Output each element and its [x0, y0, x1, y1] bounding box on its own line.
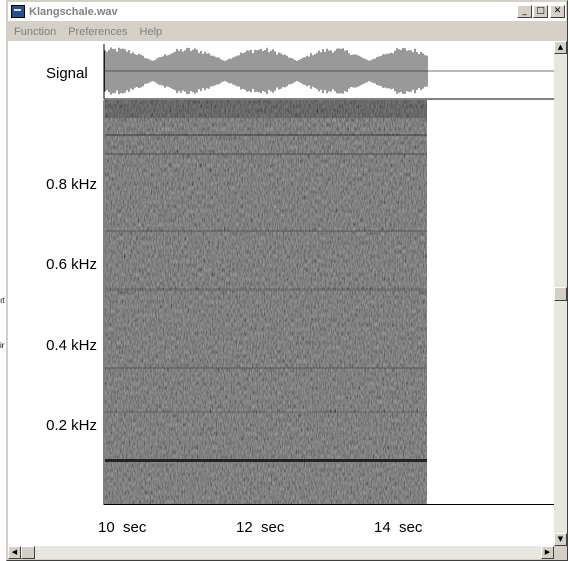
frequency-label-0.8: 0.8 kHz [46, 176, 97, 193]
scroll-left-button[interactable]: ◀ [8, 546, 21, 559]
background-text-fragment: ir [0, 341, 5, 350]
spectrogram-noise [105, 100, 427, 504]
frequency-label-0.4: 0.4 kHz [46, 337, 97, 354]
plot-canvas: Signal 0.8 kHz 0.6 kHz 0.4 kHz 0.2 kHz 1… [46, 44, 554, 536]
scroll-down-button[interactable]: ▼ [554, 533, 567, 546]
spectral-band [105, 288, 427, 291]
spectral-band [105, 100, 427, 118]
spectral-band [105, 459, 427, 462]
menu-function[interactable]: Function [8, 26, 62, 38]
vertical-scrollbar[interactable]: ▲ ▼ [554, 41, 567, 546]
spectral-band [105, 230, 427, 232]
menu-bar: Function Preferences Help [8, 22, 566, 41]
app-window: Klangschale.wav _ □ ✕ Function Preferenc… [6, 0, 568, 561]
menu-help[interactable]: Help [134, 26, 169, 38]
spectral-band [105, 134, 427, 136]
spectral-band [105, 153, 427, 155]
frequency-label-0.6: 0.6 kHz [46, 256, 97, 273]
signal-label: Signal [46, 65, 88, 82]
scroll-right-button[interactable]: ▶ [541, 546, 554, 559]
time-label-12: 12 sec [236, 519, 285, 536]
horizontal-scrollbar[interactable]: ◀ ▶ [8, 546, 554, 559]
spectral-band [105, 367, 427, 369]
minimize-button[interactable]: _ [517, 5, 532, 18]
time-label-14: 14 sec [374, 519, 423, 536]
menu-preferences[interactable]: Preferences [62, 26, 133, 38]
maximize-button[interactable]: □ [533, 5, 548, 18]
time-label-10: 10 sec [98, 519, 147, 536]
scroll-up-button[interactable]: ▲ [554, 41, 567, 54]
horizontal-scroll-thumb[interactable] [21, 546, 35, 559]
vertical-scroll-thumb[interactable] [554, 286, 567, 301]
title-bar[interactable]: Klangschale.wav _ □ ✕ [8, 2, 566, 21]
spectrogram-view[interactable]: Signal 0.8 kHz 0.6 kHz 0.4 kHz 0.2 kHz 1… [8, 41, 554, 546]
background-text-fragment: ıt [0, 296, 5, 305]
scrollbar-corner [554, 546, 567, 559]
window-title: Klangschale.wav [29, 5, 118, 18]
spectral-band [105, 411, 427, 413]
app-icon[interactable] [11, 5, 25, 18]
close-button[interactable]: ✕ [550, 5, 565, 18]
frequency-label-0.2: 0.2 kHz [46, 417, 97, 434]
